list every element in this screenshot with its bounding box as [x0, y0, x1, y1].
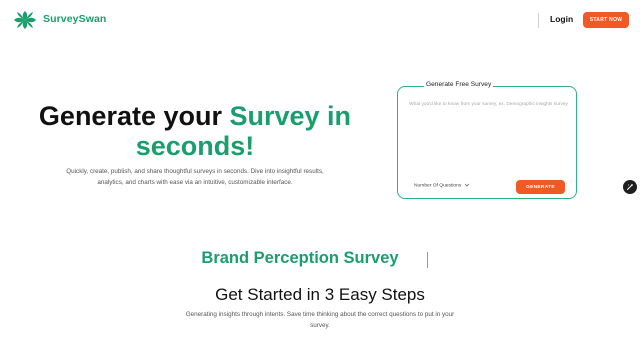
brand-name[interactable]: SurveySwan: [43, 13, 106, 25]
typing-survey-title: Brand Perception Survey: [201, 249, 399, 267]
magic-wand-icon: [627, 184, 633, 190]
typing-caret: [427, 252, 428, 268]
hero-title-line2: seconds!: [135, 131, 255, 161]
login-link[interactable]: Login: [550, 14, 573, 24]
number-of-questions-select[interactable]: Number Of Questions: [414, 183, 470, 188]
hero-description: Quickly, create, publish, and share thou…: [66, 168, 324, 186]
chevron-down-icon: [464, 183, 469, 187]
start-now-button[interactable]: START NOW: [583, 12, 629, 28]
hero-title: Generate your Survey in seconds!: [20, 101, 370, 161]
logo-icon[interactable]: [12, 9, 38, 31]
nav-divider: [538, 13, 539, 28]
steps-title: Get Started in 3 Easy Steps: [215, 285, 425, 304]
generate-button[interactable]: GENERATE: [516, 180, 565, 194]
survey-prompt-input[interactable]: What you'd like to know from your survey…: [409, 100, 569, 110]
number-of-questions-label: Number Of Questions: [414, 183, 462, 189]
generator-legend: Generate Free Survey: [424, 81, 494, 88]
top-navbar: SurveySwan Login START NOW: [0, 0, 640, 40]
hero-title-part1: Generate your: [38, 101, 230, 131]
steps-description: Generating insights through intents. Sav…: [185, 311, 455, 329]
floating-action-button[interactable]: [623, 180, 637, 194]
hero-title-accent: Survey in: [229, 101, 352, 131]
